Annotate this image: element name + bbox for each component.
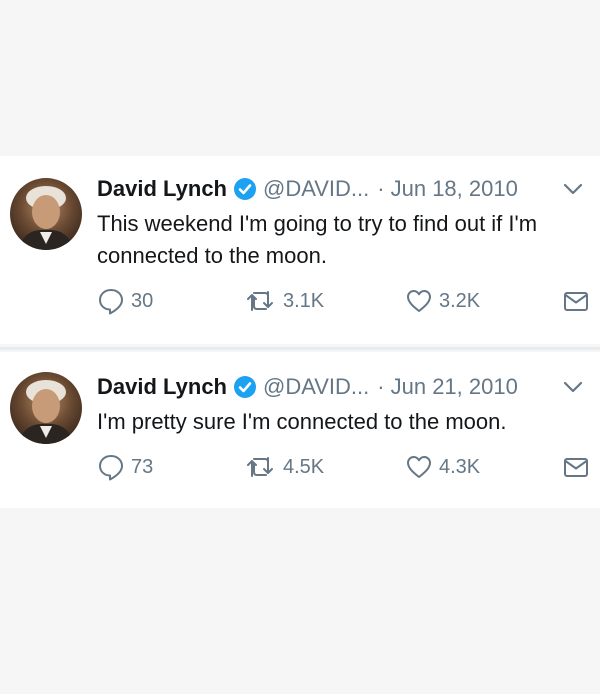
heart-icon xyxy=(407,456,431,478)
reply-button[interactable]: 30 xyxy=(97,286,153,316)
heart-icon xyxy=(407,290,431,312)
divider xyxy=(0,347,600,350)
reply-button[interactable]: 73 xyxy=(97,452,153,482)
envelope-icon xyxy=(564,292,588,311)
like-button[interactable]: 3.2K xyxy=(405,286,480,316)
tweet-text: This weekend I'm going to try to find ou… xyxy=(97,211,538,268)
like-button[interactable]: 4.3K xyxy=(405,452,480,482)
tweet-date[interactable]: Jun 21, 2010 xyxy=(391,374,518,400)
author-handle[interactable]: @DAVID... xyxy=(263,374,369,400)
like-count: 4.3K xyxy=(439,455,481,478)
tweet-header: David Lynch @DAVID... · Jun 21, 2010 xyxy=(97,372,586,402)
envelope-icon xyxy=(564,458,588,477)
avatar[interactable] xyxy=(10,372,82,444)
reply-icon xyxy=(99,455,123,481)
author-name[interactable]: David Lynch xyxy=(97,176,227,202)
reply-icon xyxy=(99,289,123,315)
avatar[interactable] xyxy=(10,178,82,250)
author-handle[interactable]: @DAVID... xyxy=(263,176,369,202)
verified-badge-icon xyxy=(233,177,257,201)
retweet-count: 4.5K xyxy=(283,455,325,478)
like-count: 3.2K xyxy=(439,289,481,312)
retweet-button[interactable]: 3.1K xyxy=(245,286,324,316)
separator-dot: · xyxy=(377,374,385,399)
retweet-button[interactable]: 4.5K xyxy=(245,452,324,482)
direct-message-button[interactable] xyxy=(562,452,590,482)
retweet-icon xyxy=(247,457,273,477)
tweet-actions: 30 3.1K 3.2K xyxy=(97,286,590,316)
separator-dot: · xyxy=(377,176,385,201)
tweet-card[interactable]: David Lynch @DAVID... · Jun 21, 2010 I'm… xyxy=(0,352,600,508)
tweet-actions: 73 4.5K 4.3K xyxy=(97,452,590,482)
avatar-image xyxy=(18,380,74,444)
chevron-down-icon[interactable] xyxy=(560,375,586,399)
tweet-card[interactable]: David Lynch @DAVID... · Jun 18, 2010 Thi… xyxy=(0,156,600,344)
verified-badge-icon xyxy=(233,375,257,399)
direct-message-button[interactable] xyxy=(562,286,590,316)
tweet-text: I'm pretty sure I'm connected to the moo… xyxy=(97,409,507,434)
avatar-image xyxy=(18,186,74,250)
tweet-header: David Lynch @DAVID... · Jun 18, 2010 xyxy=(97,174,586,204)
tweet-date[interactable]: Jun 18, 2010 xyxy=(391,176,518,202)
reply-count: 30 xyxy=(131,289,154,312)
retweet-icon xyxy=(247,291,273,311)
author-name[interactable]: David Lynch xyxy=(97,374,227,400)
reply-count: 73 xyxy=(131,455,154,478)
chevron-down-icon[interactable] xyxy=(560,177,586,201)
retweet-count: 3.1K xyxy=(283,289,325,312)
